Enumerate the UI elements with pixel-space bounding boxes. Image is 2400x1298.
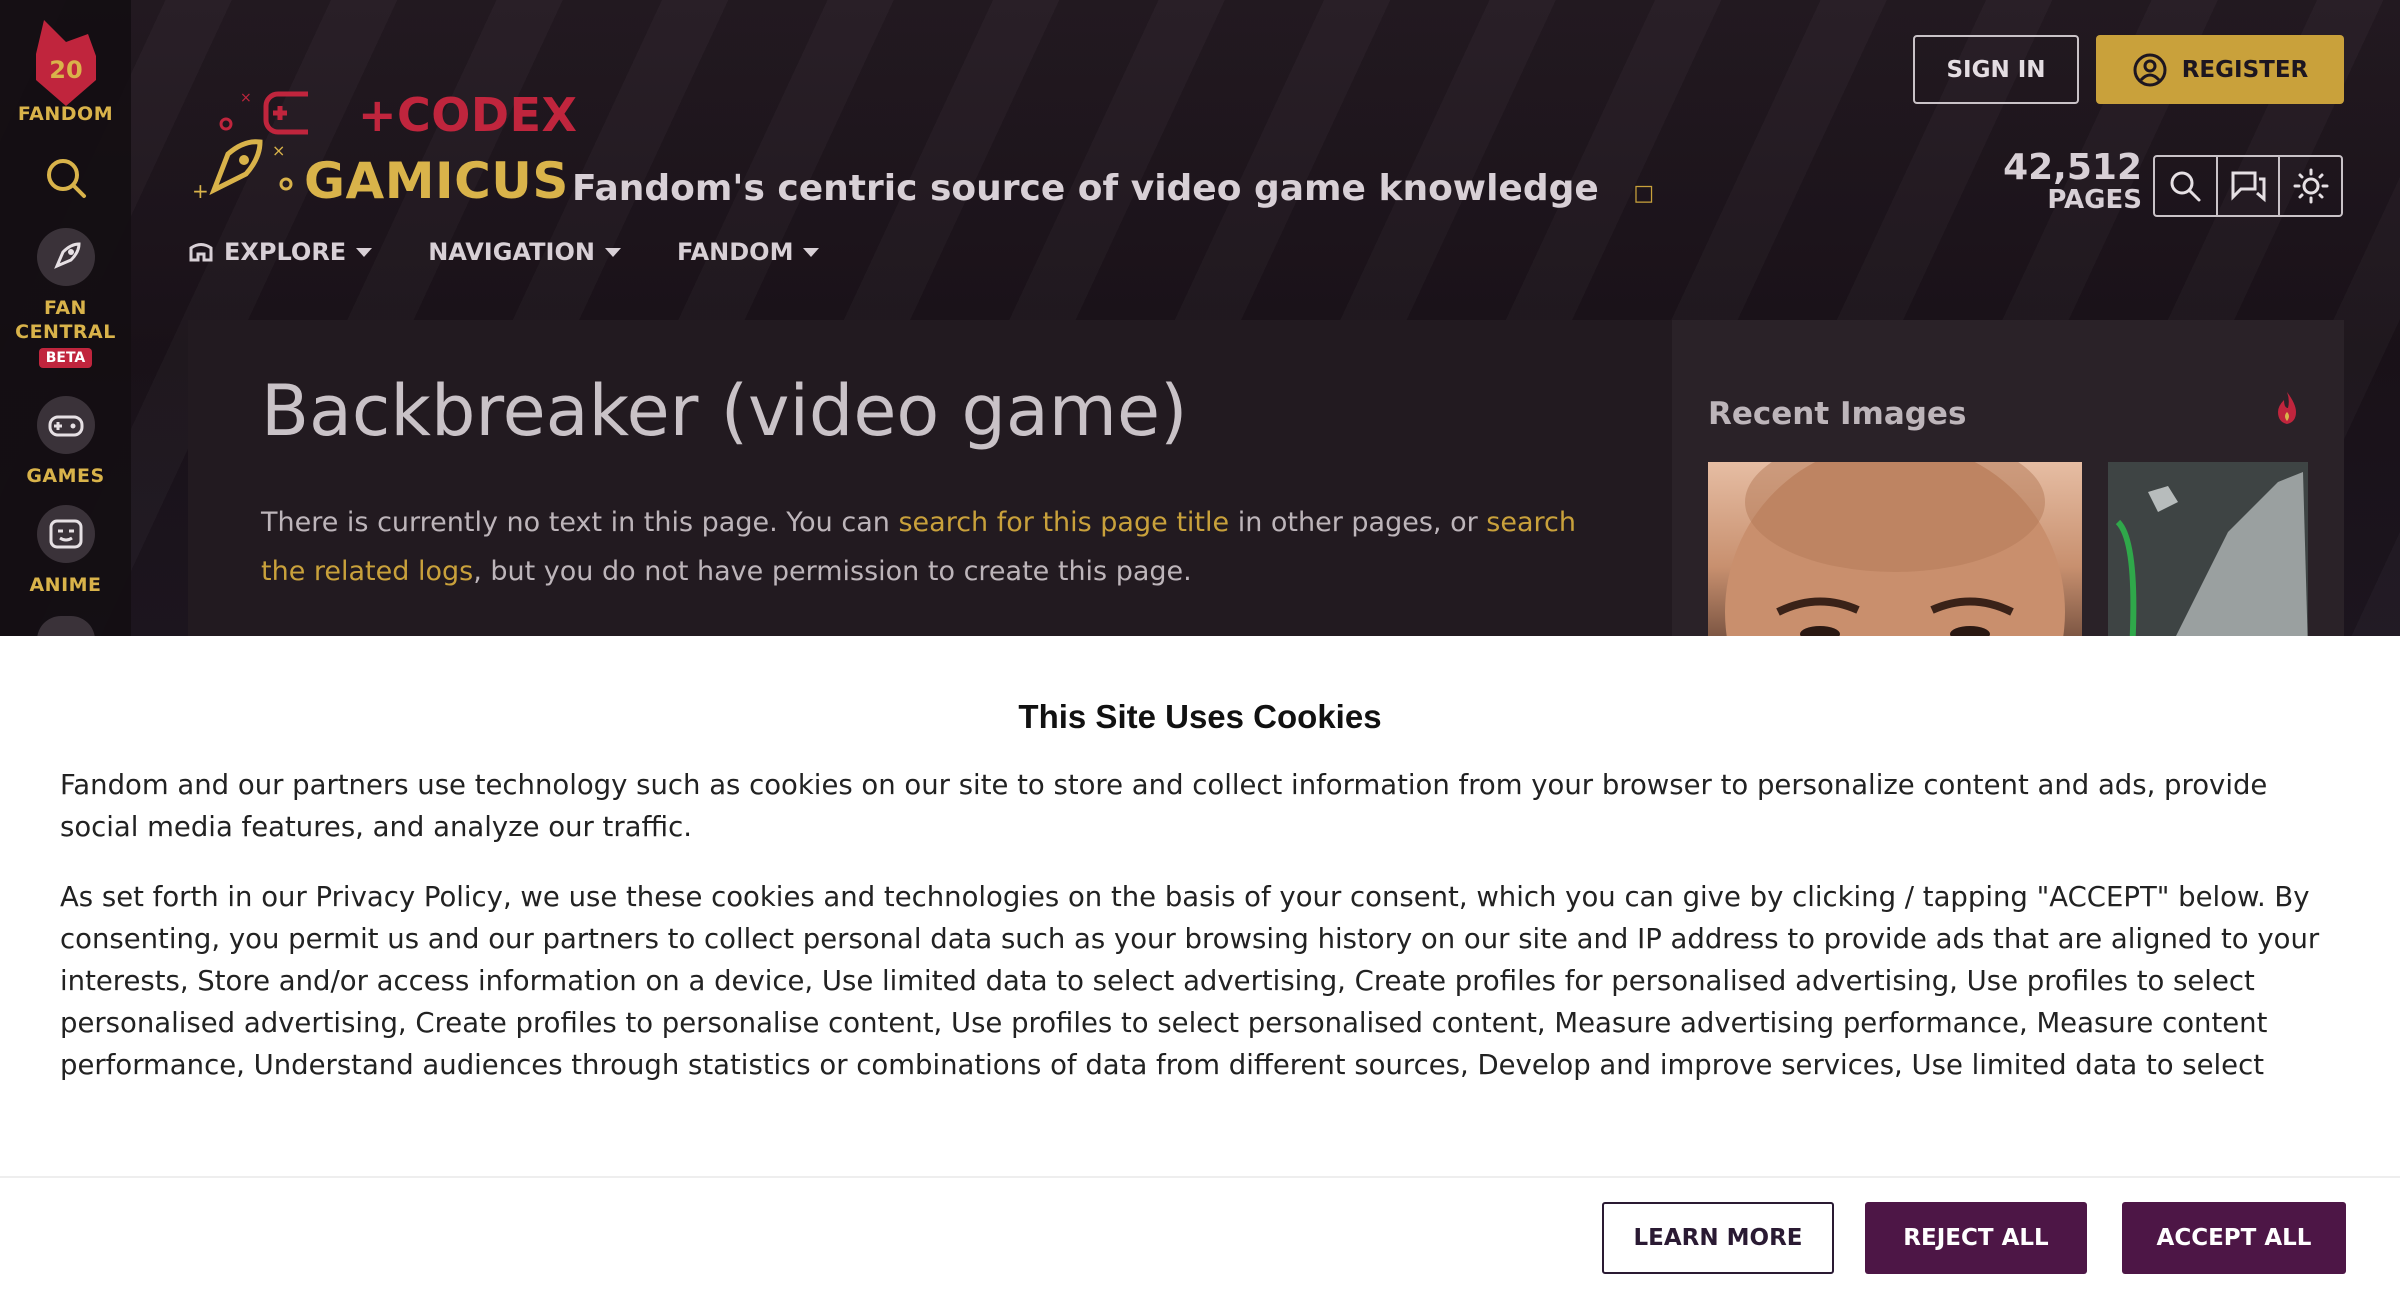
fandom-label: FANDOM [17,103,114,125]
anime-face-icon [49,519,82,549]
nav-fandom[interactable]: FANDOM [677,238,820,266]
user-icon [2133,53,2167,86]
divider [0,1176,2400,1178]
article-body: There is currently no text in this page.… [261,498,1591,596]
svg-text:×: × [272,141,285,160]
nav-label: EXPLORE [224,238,347,266]
rail-item-label: FAN CENTRAL [15,297,116,343]
wiki-tagline-text: Fandom's centric source of video game kn… [572,168,1599,209]
fandom-home-link[interactable]: 20 FANDOM [0,16,131,126]
map-photo [2108,462,2308,652]
sun-icon [2293,168,2329,204]
search-icon [2170,171,2201,202]
beta-badge: BETA [38,348,93,368]
discussions-icon [2231,171,2266,203]
rail-item-games[interactable]: GAMES [0,396,131,488]
rail-item-label: ANIME [29,574,102,596]
rail-icon-container [36,228,95,286]
article-content: Backbreaker (video game) There is curren… [188,320,1672,650]
rail-item-fan-central[interactable]: FAN CENTRAL BETA [0,228,131,368]
wiki-tools [2153,155,2343,217]
pages-count-label: PAGES [2047,185,2142,215]
explore-icon [189,243,213,262]
nav-label: NAVIGATION [428,238,595,266]
wiki-nav: EXPLORE NAVIGATION FANDOM [188,238,875,266]
reject-all-button[interactable]: REJECT ALL [1865,1202,2087,1274]
recent-image-thumbnail[interactable] [1708,462,2082,652]
register-label: REGISTER [2181,56,2309,83]
rail-item-label: GAMES [26,465,105,487]
chevron-down-icon [803,247,820,257]
article-text: There is currently no text in this page.… [261,507,899,538]
recent-images-title: Recent Images [1708,396,1967,432]
search-icon [46,159,86,198]
discussions-button[interactable] [2218,157,2281,215]
wiki-search-button[interactable] [2155,157,2218,215]
cookie-title: This Site Uses Cookies [1018,698,1382,735]
chevron-down-icon [604,247,621,257]
article-text: , but you do not have permission to crea… [473,556,1192,587]
rail-icon-container [36,505,95,563]
wiki-tagline: Fandom's centric source of video game kn… [572,168,1654,209]
rail-item-anime[interactable]: ANIME [0,505,131,597]
global-nav-rail: 20 FANDOM FAN CENTRAL BETA GAMES ANIME [0,0,131,640]
wiki-logo-line2: GAMICUS [304,152,569,210]
svg-text:+: + [192,179,209,203]
rail-icon-container [36,396,95,454]
learn-more-button[interactable]: LEARN MORE [1602,1202,1834,1274]
register-button[interactable]: REGISTER [2096,35,2344,104]
nav-explore[interactable]: EXPLORE [188,238,373,266]
right-rail: Recent Images [1672,320,2344,652]
wiki-logo-line1: +CODEX [358,88,578,142]
nav-navigation[interactable]: NAVIGATION [428,238,621,266]
svg-text:×: × [240,90,252,106]
flame-icon [2278,392,2296,424]
nav-label: FANDOM [676,238,794,266]
recent-image-thumbnail[interactable] [2108,462,2308,652]
cookie-actions: LEARN MORE REJECT ALL ACCEPT ALL [0,1202,2400,1274]
fandom-logo-icon: 20 [35,20,96,106]
rail-search-button[interactable] [0,156,131,200]
fandom-logo-badge: 20 [49,56,82,84]
wiki-logo-icon: × × + [192,90,308,203]
page-title: Backbreaker (video game) [261,370,1188,452]
face-photo [1725,462,2065,652]
cookie-paragraph: Fandom and our partners use technology s… [60,769,2268,843]
controller-icon [48,415,83,437]
chevron-down-icon [356,247,373,257]
rocket-icon [53,242,81,269]
cookie-consent-banner: This Site Uses Cookies Fandom and our pa… [0,636,2400,1298]
popcorn-icon: □ [1633,181,1655,206]
search-page-title-link[interactable]: search for this page title [898,507,1229,538]
sign-in-button[interactable]: SIGN IN [1913,35,2079,104]
cookie-body[interactable]: Fandom and our partners use technology s… [60,764,2350,1084]
pages-count: 42,512 PAGES [2000,147,2142,215]
cookie-paragraph: As set forth in our Privacy Policy, we u… [60,881,2320,1081]
wiki-logo[interactable]: × × + +CODEX GAMICUS [188,82,577,212]
article-text: in other pages, or [1229,507,1487,538]
accept-all-button[interactable]: ACCEPT ALL [2122,1202,2346,1274]
pages-count-number: 42,512 [2003,147,2142,188]
theme-toggle-button[interactable] [2280,157,2341,215]
